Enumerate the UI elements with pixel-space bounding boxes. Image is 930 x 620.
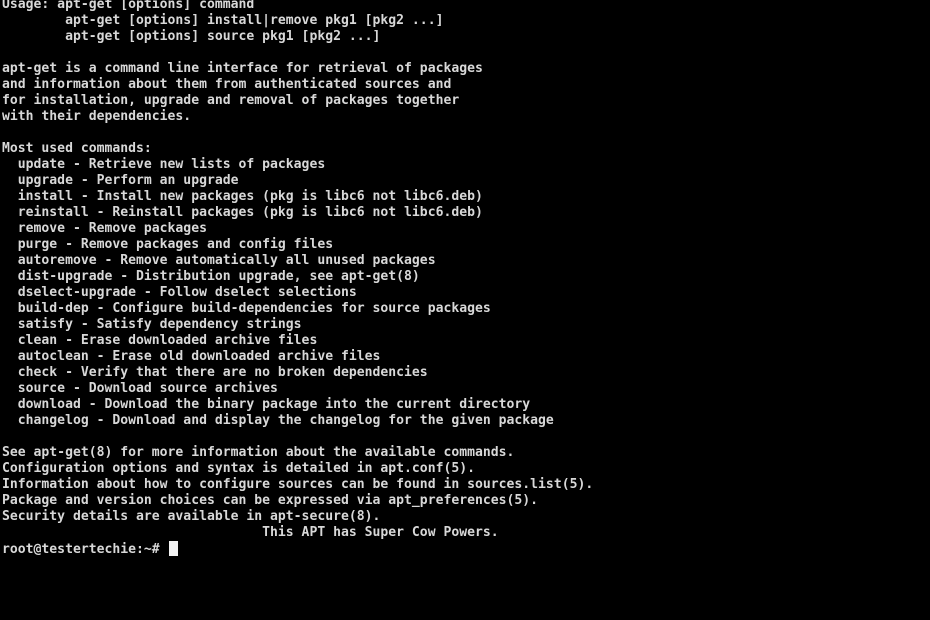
output-line: Configuration options and syntax is deta… [2,461,475,476]
output-line: Security details are available in apt-se… [2,509,381,524]
output-line-command-autoclean: autoclean - Erase old downloaded archive… [2,349,381,364]
output-line-command-changelog: changelog - Download and display the cha… [2,413,554,428]
output-line-command-upgrade: upgrade - Perform an upgrade [2,173,239,188]
text-cursor [168,541,178,556]
output-line-command-satisfy: satisfy - Satisfy dependency strings [2,317,302,332]
output-line: See apt-get(8) for more information abou… [2,445,515,460]
output-line: and information about them from authenti… [2,77,452,92]
output-line: Usage: apt-get [options] command [2,0,255,12]
terminal-screen: Usage: apt-get [options] command apt-get… [2,0,930,557]
output-line-command-clean: clean - Erase downloaded archive files [2,333,318,348]
output-line-command-dselect-upgrade: dselect-upgrade - Follow dselect selecti… [2,285,357,300]
output-line-command-autoremove: autoremove - Remove automatically all un… [2,253,436,268]
output-line-command-build-dep: build-dep - Configure build-dependencies… [2,301,491,316]
shell-prompt-line[interactable]: root@testertechie:~# [2,541,930,557]
output-line: apt-get [options] install|remove pkg1 [p… [2,13,444,28]
output-line-command-dist-upgrade: dist-upgrade - Distribution upgrade, see… [2,269,420,284]
output-line: Information about how to configure sourc… [2,477,594,492]
output-line: for installation, upgrade and removal of… [2,93,460,108]
output-line: with their dependencies. [2,109,192,124]
terminal-window[interactable]: Usage: apt-get [options] command apt-get… [0,0,930,620]
output-line: apt-get [options] source pkg1 [pkg2 ...] [2,29,381,44]
output-line-command-update: update - Retrieve new lists of packages [2,157,326,172]
output-line-section-header: Most used commands: [2,141,152,156]
output-line-blank [2,125,930,141]
output-line-command-purge: purge - Remove packages and config files [2,237,334,252]
output-line-command-remove: remove - Remove packages [2,221,207,236]
shell-prompt-text: root@testertechie:~# [2,542,168,557]
output-line-super-cow-powers: This APT has Super Cow Powers. [2,525,499,540]
output-line-command-reinstall: reinstall - Reinstall packages (pkg is l… [2,205,483,220]
output-line: apt-get is a command line interface for … [2,61,483,76]
output-line-command-source: source - Download source archives [2,381,278,396]
output-line-blank [2,429,930,445]
output-line: Package and version choices can be expre… [2,493,539,508]
output-line-command-check: check - Verify that there are no broken … [2,365,428,380]
output-line-command-install: install - Install new packages (pkg is l… [2,189,483,204]
output-line-command-download: download - Download the binary package i… [2,397,531,412]
output-line-blank [2,45,930,61]
